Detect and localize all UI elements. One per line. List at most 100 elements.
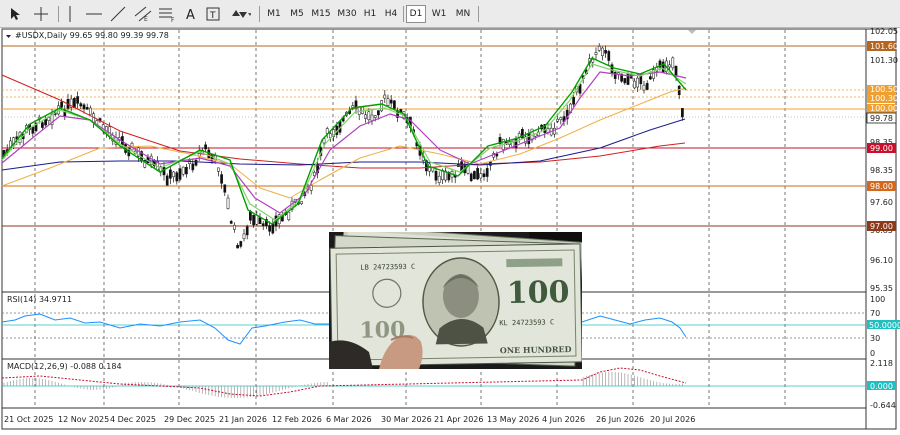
candle-body xyxy=(252,214,255,226)
symbol-label: #USDX,Daily 99.65 99.80 99.39 99.78 xyxy=(15,31,169,40)
banknote-text: ONE HUNDRED xyxy=(500,344,572,355)
price-axis-label: 96.10 xyxy=(870,256,893,265)
banknote-serial-top: LB 24723593 C xyxy=(360,263,415,272)
arrows-icon[interactable] xyxy=(227,4,253,24)
candle-body xyxy=(601,47,604,56)
candle-body xyxy=(437,175,441,183)
vertical-line-icon[interactable] xyxy=(62,4,78,24)
chart-window[interactable]: 102.05 101.30 98.35 98.35 97.60 96.85 96… xyxy=(0,27,900,431)
cursor-icon[interactable] xyxy=(6,4,24,24)
candle-body xyxy=(434,171,438,181)
timeframe-m5[interactable]: M5 xyxy=(287,5,307,23)
candle-body xyxy=(681,108,684,118)
candle-body xyxy=(613,71,617,79)
rsi-axis-label: 100 xyxy=(870,295,885,304)
level-tag-100-30: 100.30 xyxy=(870,94,898,103)
timeframe-h1[interactable]: H1 xyxy=(361,5,379,23)
date-label: 4 Jun 2026 xyxy=(542,415,585,424)
candle-body xyxy=(223,184,227,193)
candle-body xyxy=(191,163,195,171)
chart-toolbar: E F A T M1 M5 M15 M30 H1 H4 D1 W1 MN xyxy=(0,0,900,28)
candle-body xyxy=(79,103,83,107)
crosshair-icon[interactable] xyxy=(30,4,52,24)
price-axis-label: 98.35 xyxy=(870,166,893,175)
svg-text:F: F xyxy=(171,17,175,22)
candle-body xyxy=(194,159,198,166)
candle-body xyxy=(300,201,303,204)
candle-body xyxy=(674,65,678,77)
current-price-tag: 99.78 xyxy=(870,114,893,123)
level-tag-99-00: 99.00 xyxy=(870,144,893,153)
timeframe-d1[interactable]: D1 xyxy=(406,5,426,23)
candle-body xyxy=(258,217,262,224)
toolbar-separator xyxy=(58,6,59,22)
macd-axis-label: 2.118 xyxy=(870,359,893,368)
candle-body xyxy=(236,244,239,249)
rsi-label: RSI(14) 34.9711 xyxy=(7,295,72,304)
candle-body xyxy=(559,117,563,120)
candle-body xyxy=(476,168,479,180)
date-label: 13 May 2026 xyxy=(487,415,539,424)
candle-body xyxy=(556,118,559,122)
candle-body xyxy=(178,168,182,180)
chart-frame xyxy=(1,28,897,430)
candle-body xyxy=(485,168,489,177)
candle-body xyxy=(645,83,649,90)
candle-body xyxy=(82,104,86,110)
candle-body xyxy=(389,99,393,104)
candle-body xyxy=(482,173,486,178)
candle-body xyxy=(642,84,646,91)
timeframe-w1[interactable]: W1 xyxy=(429,5,449,23)
candle-body xyxy=(41,122,44,128)
macd-label: MACD(12,26,9) -0.088 0.184 xyxy=(7,362,122,371)
candle-body xyxy=(383,94,387,99)
timeframe-mn[interactable]: MN xyxy=(452,5,474,23)
candle-body xyxy=(217,167,220,172)
candle-body xyxy=(229,221,233,224)
candle-body xyxy=(207,149,211,159)
price-axis-label: 95.35 xyxy=(870,284,893,293)
candle-body xyxy=(479,173,483,179)
timeframe-m1[interactable]: M1 xyxy=(264,5,284,23)
candle-body xyxy=(239,241,243,247)
candle-body xyxy=(380,100,383,112)
toolbar-separator xyxy=(403,6,404,22)
date-label: 4 Dec 2025 xyxy=(110,415,156,424)
banknote-denomination-right: 100 xyxy=(507,275,570,311)
candle-body xyxy=(597,45,601,51)
svg-text:E: E xyxy=(144,16,148,22)
svg-text:A: A xyxy=(186,8,195,21)
candle-body xyxy=(633,80,636,89)
timeframe-m30[interactable]: M30 xyxy=(335,5,359,23)
trendline-icon[interactable] xyxy=(108,4,128,24)
candle-body xyxy=(255,215,259,225)
toolbar-separator xyxy=(259,6,260,22)
level-tag-97-00: 97.00 xyxy=(870,222,893,231)
date-label: 20 Jul 2026 xyxy=(650,415,695,424)
candle-body xyxy=(546,128,550,133)
horizontal-line-icon[interactable] xyxy=(84,4,104,24)
macd-axis-label: 0.000 xyxy=(870,382,893,391)
candle-body xyxy=(47,117,51,121)
candle-body xyxy=(73,97,76,108)
candle-body xyxy=(364,114,367,119)
candle-body xyxy=(242,233,246,239)
equidistant-channel-icon[interactable]: E xyxy=(132,4,154,24)
text-icon[interactable]: A xyxy=(180,4,200,24)
timeframe-h4[interactable]: H4 xyxy=(382,5,400,23)
candle-body xyxy=(169,169,172,179)
candle-body xyxy=(268,225,271,232)
candle-body xyxy=(495,153,499,157)
fibonacci-icon[interactable]: F xyxy=(156,4,178,24)
date-label: 6 Mar 2026 xyxy=(326,415,372,424)
candle-body xyxy=(233,224,236,230)
candle-body xyxy=(367,111,371,120)
toolbar-separator xyxy=(478,6,479,22)
banknote-serial-bottom: KL 24723593 C xyxy=(499,318,554,327)
timeframe-m15[interactable]: M15 xyxy=(309,5,333,23)
date-label: 21 Oct 2025 xyxy=(4,415,53,424)
price-axis-label: 101.30 xyxy=(870,56,898,65)
text-label-icon[interactable]: T xyxy=(203,4,223,24)
price-axis-label: 97.60 xyxy=(870,198,893,207)
candle-body xyxy=(473,171,476,180)
